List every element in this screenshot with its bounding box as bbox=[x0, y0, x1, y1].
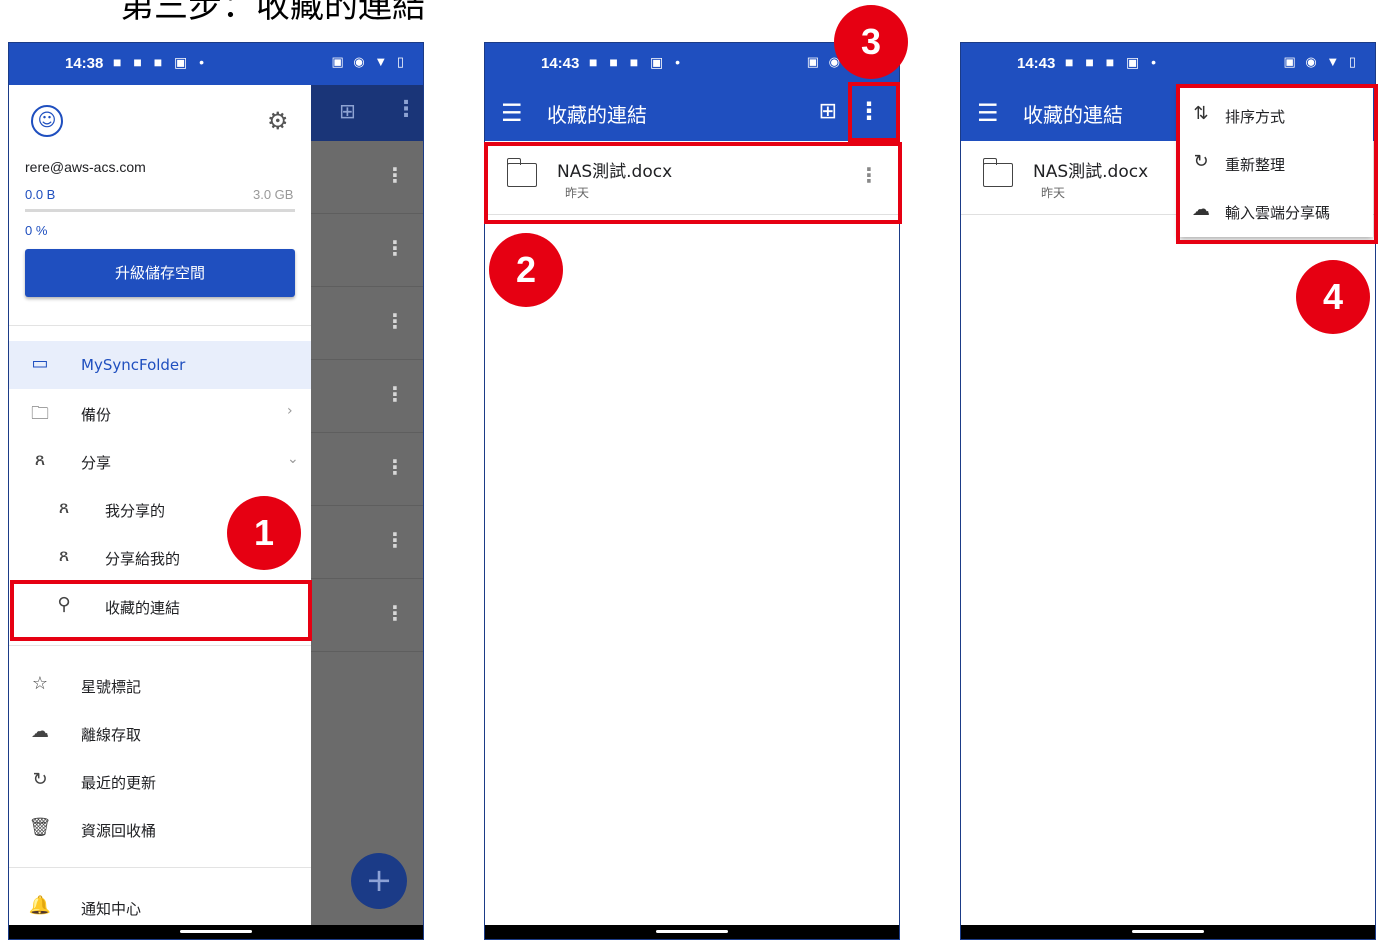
step-badge-4: 4 bbox=[1296, 260, 1370, 334]
folder-icon bbox=[982, 158, 1013, 187]
add-fab-button[interactable]: + bbox=[351, 853, 407, 909]
notification-icons: ■ ■ ■ ▣ • bbox=[589, 54, 685, 70]
home-handle[interactable] bbox=[180, 930, 252, 933]
highlight-box-file-row bbox=[484, 142, 902, 224]
nav-item-backup[interactable]: 🗀 備份 › bbox=[9, 389, 311, 437]
more-vert-icon: ⋮ bbox=[385, 163, 405, 187]
status-bar: 14:38 ■ ■ ■ ▣ • ▣ ◉ ▼ ▯ bbox=[9, 43, 423, 85]
nav-item-trash[interactable]: 🗑 資源回收桶 bbox=[9, 805, 311, 853]
storage-total: 3.0 GB bbox=[253, 187, 294, 202]
hamburger-menu-icon[interactable]: ☰ bbox=[977, 99, 1005, 127]
trash-icon: 🗑 bbox=[28, 817, 52, 838]
status-time: 14:43 bbox=[541, 55, 580, 72]
storage-progress-bar bbox=[25, 209, 295, 212]
bell-icon: 🔔 bbox=[28, 895, 52, 916]
file-name: NAS測試.docx bbox=[1033, 162, 1149, 182]
star-icon: ☆ bbox=[31, 673, 49, 694]
more-vert-icon: ⋮ bbox=[385, 309, 405, 333]
nav-item-notifications[interactable]: 🔔 通知中心 bbox=[9, 883, 311, 931]
dimmed-row: ⋮ bbox=[311, 506, 423, 579]
people-icon: ጸ bbox=[58, 545, 70, 566]
grid-view-icon[interactable]: ⊞ bbox=[819, 99, 837, 124]
storage-used: 0.0 B bbox=[25, 187, 56, 202]
laptop-icon: ▭ bbox=[31, 353, 49, 374]
dimmed-row: ⋮ bbox=[311, 433, 423, 506]
sync-icon: ↻ bbox=[32, 769, 48, 790]
settings-gear-icon[interactable]: ⚙ bbox=[267, 107, 289, 135]
storage-percent: 0 % bbox=[25, 223, 48, 238]
dimmed-row: ⋮ bbox=[311, 579, 423, 652]
dimmed-row: ⋮ bbox=[311, 360, 423, 433]
nav-label: 分享 bbox=[81, 454, 112, 472]
app-bar-title: 收藏的連結 bbox=[547, 103, 647, 127]
app-bar-title: 收藏的連結 bbox=[1023, 103, 1123, 127]
nav-label: 最近的更新 bbox=[81, 774, 157, 792]
account-email: rere@aws-acs.com bbox=[25, 159, 146, 175]
step-badge-2: 2 bbox=[489, 233, 563, 307]
people-icon: ጸ bbox=[34, 449, 46, 470]
chevron-right-icon: › bbox=[287, 403, 293, 419]
dimmed-app-bar: ⊞ ⋮ bbox=[311, 85, 423, 141]
more-vert-icon: ⋮ bbox=[385, 382, 405, 406]
status-time: 14:43 bbox=[1017, 55, 1056, 72]
more-vert-icon: ⋮ bbox=[385, 455, 405, 479]
highlight-box-more-button bbox=[848, 82, 900, 142]
page-heading: 第三步：收藏的連結 bbox=[120, 0, 426, 26]
highlight-box-overflow-menu bbox=[1176, 84, 1378, 244]
divider bbox=[9, 867, 311, 868]
nav-label: 星號標記 bbox=[81, 678, 142, 696]
nav-item-recent[interactable]: ↻ 最近的更新 bbox=[9, 757, 311, 805]
user-circle-icon[interactable]: ☺ bbox=[31, 105, 63, 137]
nav-item-mysyncfolder[interactable]: ▭ MySyncFolder bbox=[9, 341, 311, 389]
folder-backup-icon: 🗀 bbox=[31, 403, 49, 424]
nav-label: 分享給我的 bbox=[105, 550, 181, 568]
status-time: 14:38 bbox=[65, 55, 104, 72]
nav-item-share[interactable]: ጸ 分享 ⌄ bbox=[9, 437, 311, 485]
system-status-icons: ▣ ◉ ▼ ▯ bbox=[331, 54, 407, 69]
app-bar: ☰ 收藏的連結 ⊞ ⋮ bbox=[485, 85, 899, 141]
nav-label: 資源回收桶 bbox=[81, 822, 157, 840]
people-icon: ጸ bbox=[58, 497, 70, 518]
dimmed-row: ⋮ bbox=[311, 287, 423, 360]
more-vert-icon: ⋮ bbox=[395, 97, 417, 122]
home-handle[interactable] bbox=[656, 930, 728, 933]
step-badge-1: 1 bbox=[227, 496, 301, 570]
divider bbox=[9, 325, 311, 326]
hamburger-menu-icon[interactable]: ☰ bbox=[501, 99, 529, 127]
cloud-check-icon: ☁ bbox=[31, 721, 49, 742]
nav-item-starred[interactable]: ☆ 星號標記 bbox=[9, 661, 311, 709]
divider bbox=[9, 645, 311, 646]
nav-label: MySyncFolder bbox=[81, 356, 186, 374]
highlight-box-favorite-links bbox=[10, 580, 312, 641]
nav-label: 通知中心 bbox=[81, 900, 142, 918]
dimmed-row: ⋮ bbox=[311, 141, 423, 214]
dimmed-row: ⋮ bbox=[311, 214, 423, 287]
file-date: 昨天 bbox=[1041, 186, 1066, 200]
notification-icons: ■ ■ ■ ▣ • bbox=[1065, 54, 1161, 70]
status-bar: 14:43 ■ ■ ■ ▣ • ▣ ◉ ▼ ▯ bbox=[961, 43, 1375, 85]
more-vert-icon: ⋮ bbox=[385, 236, 405, 260]
nav-label: 備份 bbox=[81, 406, 112, 424]
upgrade-storage-button[interactable]: 升級儲存空間 bbox=[25, 249, 295, 297]
grid-view-icon: ⊞ bbox=[339, 99, 356, 123]
more-vert-icon: ⋮ bbox=[385, 528, 405, 552]
nav-item-offline[interactable]: ☁ 離線存取 bbox=[9, 709, 311, 757]
system-nav-bar bbox=[961, 925, 1375, 939]
chevron-down-icon: ⌄ bbox=[287, 451, 299, 467]
notification-icons: ■ ■ ■ ▣ • bbox=[113, 54, 209, 70]
system-nav-bar bbox=[9, 925, 423, 939]
nav-label: 我分享的 bbox=[105, 502, 166, 520]
nav-label: 離線存取 bbox=[81, 726, 142, 744]
system-status-icons: ▣ ◉ ▼ ▯ bbox=[1283, 54, 1359, 69]
home-handle[interactable] bbox=[1132, 930, 1204, 933]
phone-screen-1: 14:38 ■ ■ ■ ▣ • ▣ ◉ ▼ ▯ ⊞ ⋮ ⋮ ⋮ ⋮ ⋮ ⋮ ⋮ … bbox=[8, 42, 424, 940]
system-nav-bar bbox=[485, 925, 899, 939]
more-vert-icon: ⋮ bbox=[385, 601, 405, 625]
plus-icon: + bbox=[365, 861, 393, 899]
step-badge-3: 3 bbox=[834, 5, 908, 79]
